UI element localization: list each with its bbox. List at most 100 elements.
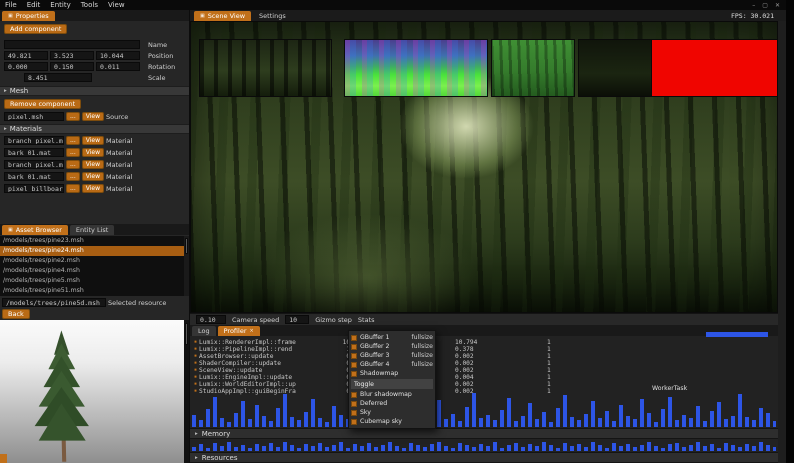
remove-component-button[interactable]: Remove component — [4, 99, 82, 109]
checkbox-icon[interactable] — [351, 334, 357, 341]
browse-button[interactable]: ... — [66, 160, 80, 169]
browse-button[interactable]: ... — [66, 172, 80, 181]
mesh-source-input[interactable]: pixel.msh — [4, 112, 64, 121]
toggle-menu-item[interactable]: Cubemap sky — [351, 417, 433, 426]
profiler-row[interactable]: ▪AssetBrowser::update0.0020.0021 — [194, 353, 776, 360]
tab-properties[interactable]: ▣ Properties — [2, 11, 55, 21]
browse-button[interactable]: ... — [66, 184, 80, 193]
material-name-input[interactable]: branch_pixel.mat — [4, 160, 64, 169]
maximize-icon[interactable]: ▢ — [762, 2, 768, 9]
file-row[interactable]: /models/trees/pine5.msh — [0, 276, 184, 286]
menu-item-edit[interactable]: Edit — [27, 1, 41, 9]
collapse-arrow-icon: ▸ — [195, 430, 198, 437]
tab-log[interactable]: Log — [192, 326, 216, 336]
tab-label: Log — [198, 327, 210, 335]
material-name-input[interactable]: pixel_billboard.mat — [4, 184, 64, 193]
file-list-scrollbar[interactable] — [184, 236, 189, 296]
tab-entity-list[interactable]: Entity List — [69, 225, 115, 235]
checkbox-icon[interactable] — [351, 418, 357, 425]
tab-profiler[interactable]: Profiler × — [217, 326, 260, 336]
file-row[interactable]: /models/trees/pine23.msh — [0, 236, 184, 246]
scrollbar-thumb[interactable] — [185, 323, 188, 345]
scrollbar-thumb[interactable] — [185, 238, 188, 254]
view-button[interactable]: View — [81, 136, 104, 145]
toggle-menu-item[interactable]: Blur shadowmap — [351, 390, 433, 399]
menu-item-view[interactable]: View — [108, 1, 125, 9]
checkbox-icon[interactable] — [351, 409, 357, 416]
scene-viewport[interactable] — [190, 21, 778, 313]
file-row[interactable]: /models/trees/pine51.msh — [0, 286, 184, 296]
tab-asset-browser[interactable]: ▣ Asset Browser — [2, 225, 68, 235]
fullsize-option[interactable]: fullsize — [411, 352, 433, 359]
toggle-menu-item[interactable]: Sky — [351, 408, 433, 417]
fullsize-option[interactable]: fullsize — [411, 334, 433, 341]
menu-item-file[interactable]: File — [5, 1, 17, 9]
stats-toggle[interactable]: Stats — [358, 316, 375, 324]
checkbox-icon[interactable] — [351, 400, 357, 407]
preview-scrollbar[interactable] — [184, 320, 189, 463]
gbuffer-menu-item[interactable]: GBuffer 3 fullsize — [351, 351, 433, 360]
fullsize-option[interactable]: fullsize — [411, 343, 433, 350]
profiler-row[interactable]: ▪SceneView::update0.0020.0021 — [194, 367, 776, 374]
scale-input[interactable]: 8.451 — [24, 73, 92, 82]
memory-section-header[interactable]: ▸ Memory — [190, 428, 778, 439]
close-icon[interactable]: ✕ — [775, 2, 780, 9]
profiler-row[interactable]: ▪Lumix::EngineImpl::update0.1020.0041 — [194, 374, 776, 381]
file-row[interactable]: /models/trees/pine2.msh — [0, 256, 184, 266]
profiler-bar — [591, 401, 595, 427]
checkbox-icon[interactable] — [351, 343, 357, 350]
material-name-input[interactable]: bark_01.mat — [4, 172, 64, 181]
file-row[interactable]: /models/trees/pine24.msh — [0, 246, 184, 256]
shadowmap-menu-item[interactable]: Shadowmap — [351, 369, 433, 378]
material-name-input[interactable]: bark_01.mat — [4, 148, 64, 157]
camera-speed-input[interactable]: 0.10 — [196, 315, 226, 324]
profiler-row[interactable]: ▪Lumix::RendererImpl::frame10.79410.7941 — [194, 339, 776, 346]
back-button[interactable]: Back — [2, 309, 30, 319]
gizmo-step-input[interactable]: 10 — [285, 315, 310, 324]
view-button[interactable]: View — [81, 160, 104, 169]
file-row[interactable]: /models/trees/pine4.msh — [0, 266, 184, 276]
browse-button[interactable]: ... — [66, 148, 80, 157]
entity-name-input[interactable] — [4, 40, 140, 49]
profiler-row[interactable]: ▪Lumix::PipelineImpl::rend1.1880.3781 — [194, 346, 776, 353]
position-z-input[interactable]: 10.044 — [96, 51, 140, 60]
position-y-input[interactable]: 3.523 — [50, 51, 94, 60]
profiler-row[interactable]: ▪Lumix::WorldEditorImpl::up0.8020.0021 — [194, 381, 776, 388]
checkbox-icon[interactable] — [351, 361, 357, 368]
settings-menu[interactable]: Settings — [253, 11, 292, 21]
minimize-icon[interactable]: – — [752, 2, 755, 9]
profiler-bar — [423, 447, 427, 451]
close-tab-icon[interactable]: × — [250, 328, 254, 334]
toggle-menu-item[interactable]: Deferred — [351, 399, 433, 408]
gbuffer-menu-item[interactable]: GBuffer 1 fullsize — [351, 333, 433, 342]
browse-button[interactable]: ... — [66, 112, 80, 121]
tab-scene-view[interactable]: ▣ Scene View — [194, 11, 252, 21]
materials-section-header[interactable]: ▸ Materials — [0, 124, 189, 134]
material-name-input[interactable]: branch_pixel.mat — [4, 136, 64, 145]
asset-preview — [0, 320, 184, 463]
view-button[interactable]: View — [81, 112, 104, 121]
rotation-x-input[interactable]: 0.000 — [4, 62, 48, 71]
checkbox-icon[interactable] — [351, 391, 357, 398]
checkbox-icon[interactable] — [351, 352, 357, 359]
resources-section-header[interactable]: ▸ Resources — [190, 452, 778, 463]
browse-button[interactable]: ... — [66, 136, 80, 145]
checkbox-icon[interactable] — [351, 370, 357, 377]
position-x-input[interactable]: 49.821 — [4, 51, 48, 60]
view-button[interactable]: View — [81, 172, 104, 181]
menu-item-tools[interactable]: Tools — [81, 1, 98, 9]
gbuffer-menu-item[interactable]: GBuffer 2 fullsize — [351, 342, 433, 351]
menu-item-entity[interactable]: Entity — [50, 1, 70, 9]
profiler-bar — [318, 418, 322, 427]
rotation-z-input[interactable]: 0.011 — [96, 62, 140, 71]
profiler-row[interactable]: ▪ShaderCompiler::update0.0020.0021 — [194, 360, 776, 367]
view-button[interactable]: View — [81, 148, 104, 157]
selected-resource-row: /models/trees/pine5d.msh Selected resour… — [2, 298, 166, 307]
gbuffer-menu-item[interactable]: GBuffer 4 fullsize — [351, 360, 433, 369]
add-component-button[interactable]: Add component — [4, 24, 68, 34]
fullsize-option[interactable]: fullsize — [411, 361, 433, 368]
view-button[interactable]: View — [81, 184, 104, 193]
rotation-y-input[interactable]: 0.150 — [50, 62, 94, 71]
profiler-bar — [213, 443, 217, 451]
mesh-section-header[interactable]: ▸ Mesh — [0, 86, 189, 96]
